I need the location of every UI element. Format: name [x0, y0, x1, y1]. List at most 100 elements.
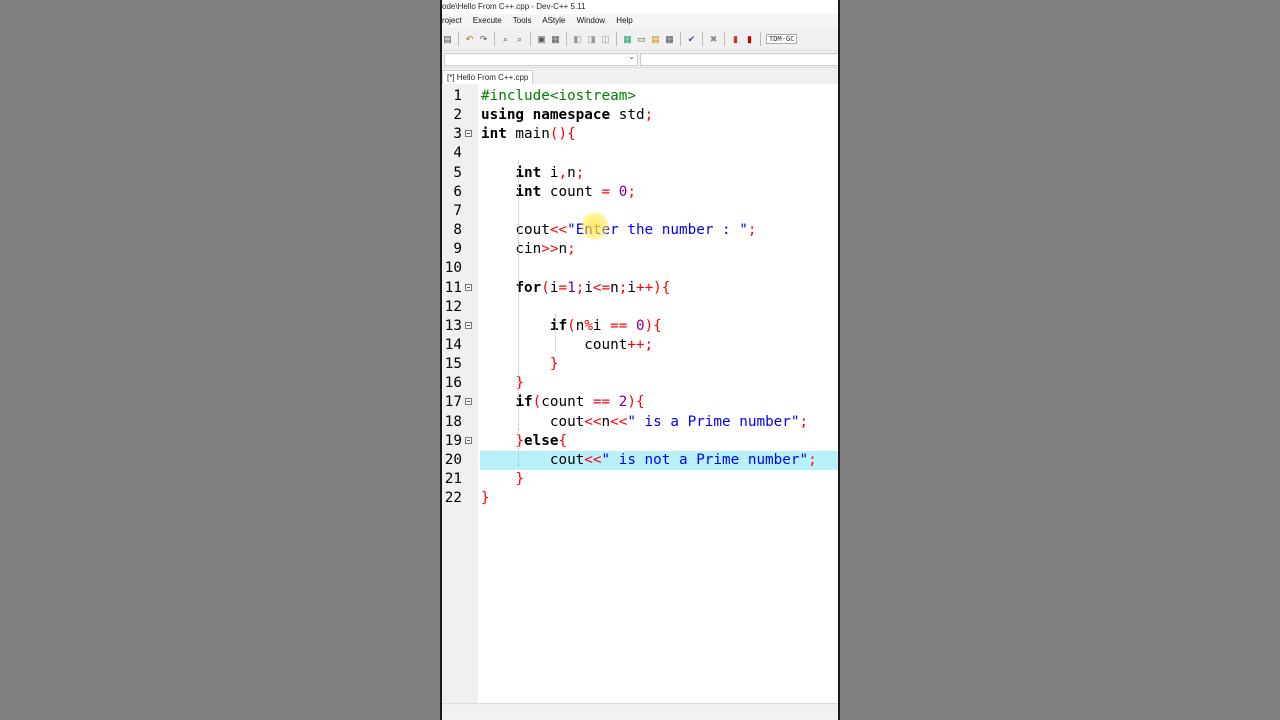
code-line[interactable]: 11 for(i=1;i<=n;i++){: [442, 279, 838, 298]
code-token: if: [549, 317, 568, 334]
window-icon[interactable]: ▭: [636, 34, 647, 45]
code-token: <<: [549, 222, 568, 239]
line-number: 4: [453, 145, 462, 162]
indent-guide: [518, 160, 520, 467]
unindent-icon[interactable]: ◨: [586, 34, 597, 45]
line-number: 14: [444, 336, 462, 353]
code-line[interactable]: 1 #include<iostream>: [442, 87, 838, 106]
menu-project[interactable]: roject: [442, 16, 462, 25]
code-token: ==: [592, 394, 611, 411]
code-line[interactable]: 17 if(count == 2){: [442, 393, 838, 412]
profile-icon[interactable]: ▮: [744, 34, 755, 45]
close-icon[interactable]: ✖: [708, 34, 719, 45]
menu-help[interactable]: Help: [616, 16, 632, 25]
code-line[interactable]: 5 int i,n;: [442, 164, 838, 183]
class-select[interactable]: ⌄: [444, 52, 638, 66]
code-line[interactable]: 4: [442, 144, 838, 163]
code-token: i: [541, 164, 559, 181]
code-line[interactable]: 13 if(n%i == 0){: [442, 317, 838, 336]
code-token: int: [481, 126, 507, 143]
line-number: 7: [453, 202, 462, 219]
code-token: cout: [481, 451, 585, 468]
code-line[interactable]: 14 count++;: [442, 336, 838, 355]
line-number: 1: [453, 88, 462, 104]
code-token: =: [601, 183, 611, 200]
code-line[interactable]: 8 cout<<"Enter the number : ";: [442, 221, 838, 240]
fold-toggle-icon[interactable]: [465, 436, 472, 444]
status-bar: [442, 703, 838, 712]
print-icon[interactable]: ▤: [442, 34, 453, 45]
code-token: <<: [584, 451, 602, 468]
redo-icon[interactable]: ↷: [478, 34, 489, 45]
code-token: n: [610, 279, 619, 296]
line-number: 8: [453, 222, 462, 239]
member-select[interactable]: [640, 53, 838, 66]
toolbar-separator: [702, 32, 703, 46]
code-line[interactable]: 3 int main(){: [442, 125, 838, 144]
background-right: [840, 0, 1280, 720]
code-line[interactable]: 12: [442, 298, 838, 317]
code-line[interactable]: 16 }: [442, 374, 838, 393]
menu-execute[interactable]: Execute: [473, 16, 502, 25]
menu-tools[interactable]: Tools: [513, 16, 532, 25]
code-line[interactable]: 20 cout<<" is not a Prime number";: [442, 450, 838, 470]
code-token: ;: [799, 413, 809, 430]
code-line[interactable]: 18 cout<<n<<" is a Prime number";: [442, 413, 838, 432]
project-icon[interactable]: ▤: [650, 34, 661, 45]
replace-icon[interactable]: ⌕: [514, 34, 525, 45]
code-line[interactable]: 15 }: [442, 355, 838, 374]
code-token: ;: [747, 222, 757, 239]
indent-icon[interactable]: ◧: [572, 34, 583, 45]
fold-toggle-icon[interactable]: [465, 130, 472, 138]
code-line[interactable]: 9 cin>>n;: [442, 240, 838, 259]
code-line[interactable]: 2 using namespace std;: [442, 106, 838, 125]
undo-icon[interactable]: ↶: [464, 34, 475, 45]
chart-icon[interactable]: ▮: [730, 34, 741, 45]
fold-toggle-icon[interactable]: [465, 283, 472, 291]
class-combo-row: ⌄: [442, 51, 838, 68]
code-token: =: [558, 279, 568, 296]
new-class-icon[interactable]: ▦: [622, 34, 633, 45]
line-number: 15: [444, 356, 462, 373]
devcpp-window: ode\Hello From C++.cpp - Dev-C++ 5.11 ro…: [440, 0, 840, 720]
line-number: 16: [444, 375, 462, 392]
fold-toggle-icon[interactable]: [465, 398, 472, 406]
line-number: 18: [444, 413, 462, 430]
window-title: ode\Hello From C++.cpp - Dev-C++ 5.11: [442, 0, 838, 14]
code-editor[interactable]: 1 #include<iostream> 2 using namespace std;…: [442, 84, 838, 712]
code-line[interactable]: 21 }: [442, 470, 838, 489]
menu-window[interactable]: Window: [577, 16, 605, 25]
code-token: n: [558, 241, 568, 258]
toggle-comment-icon[interactable]: ◫: [600, 34, 611, 45]
code-token: ){: [644, 317, 662, 334]
fold-toggle-icon[interactable]: [465, 321, 472, 329]
code-line[interactable]: 10: [442, 259, 838, 278]
options-icon[interactable]: ▦: [664, 34, 675, 45]
code-line[interactable]: 7: [442, 202, 838, 221]
tab-bar: [*] Hello From C++.cpp: [442, 68, 838, 85]
code-token: (: [567, 317, 576, 334]
line-number: 5: [453, 164, 462, 181]
code-token: 0: [635, 317, 645, 334]
tab-hello-from-cpp[interactable]: [*] Hello From C++.cpp: [442, 70, 534, 85]
code-line[interactable]: 6 int count = 0;: [442, 183, 838, 202]
line-number: 10: [444, 260, 462, 277]
compiler-select[interactable]: TDM-GC: [766, 34, 798, 44]
code-line[interactable]: 19 }else{: [442, 432, 838, 451]
toolbar-separator: [458, 32, 459, 46]
code-text: cin>>n;: [480, 240, 838, 259]
bookmark-icon[interactable]: ▦: [550, 34, 561, 45]
check-icon[interactable]: ✔: [686, 34, 697, 45]
code-token: i: [592, 317, 611, 334]
code-line[interactable]: 22}: [442, 489, 838, 508]
toolbar-separator: [530, 32, 531, 46]
line-number: 20: [444, 451, 462, 468]
menu-astyle[interactable]: AStyle: [542, 16, 565, 25]
find-icon[interactable]: ⌕: [500, 34, 511, 45]
code-text: cout<<" is not a Prime number";: [480, 450, 838, 470]
goto-icon[interactable]: ▣: [536, 34, 547, 45]
